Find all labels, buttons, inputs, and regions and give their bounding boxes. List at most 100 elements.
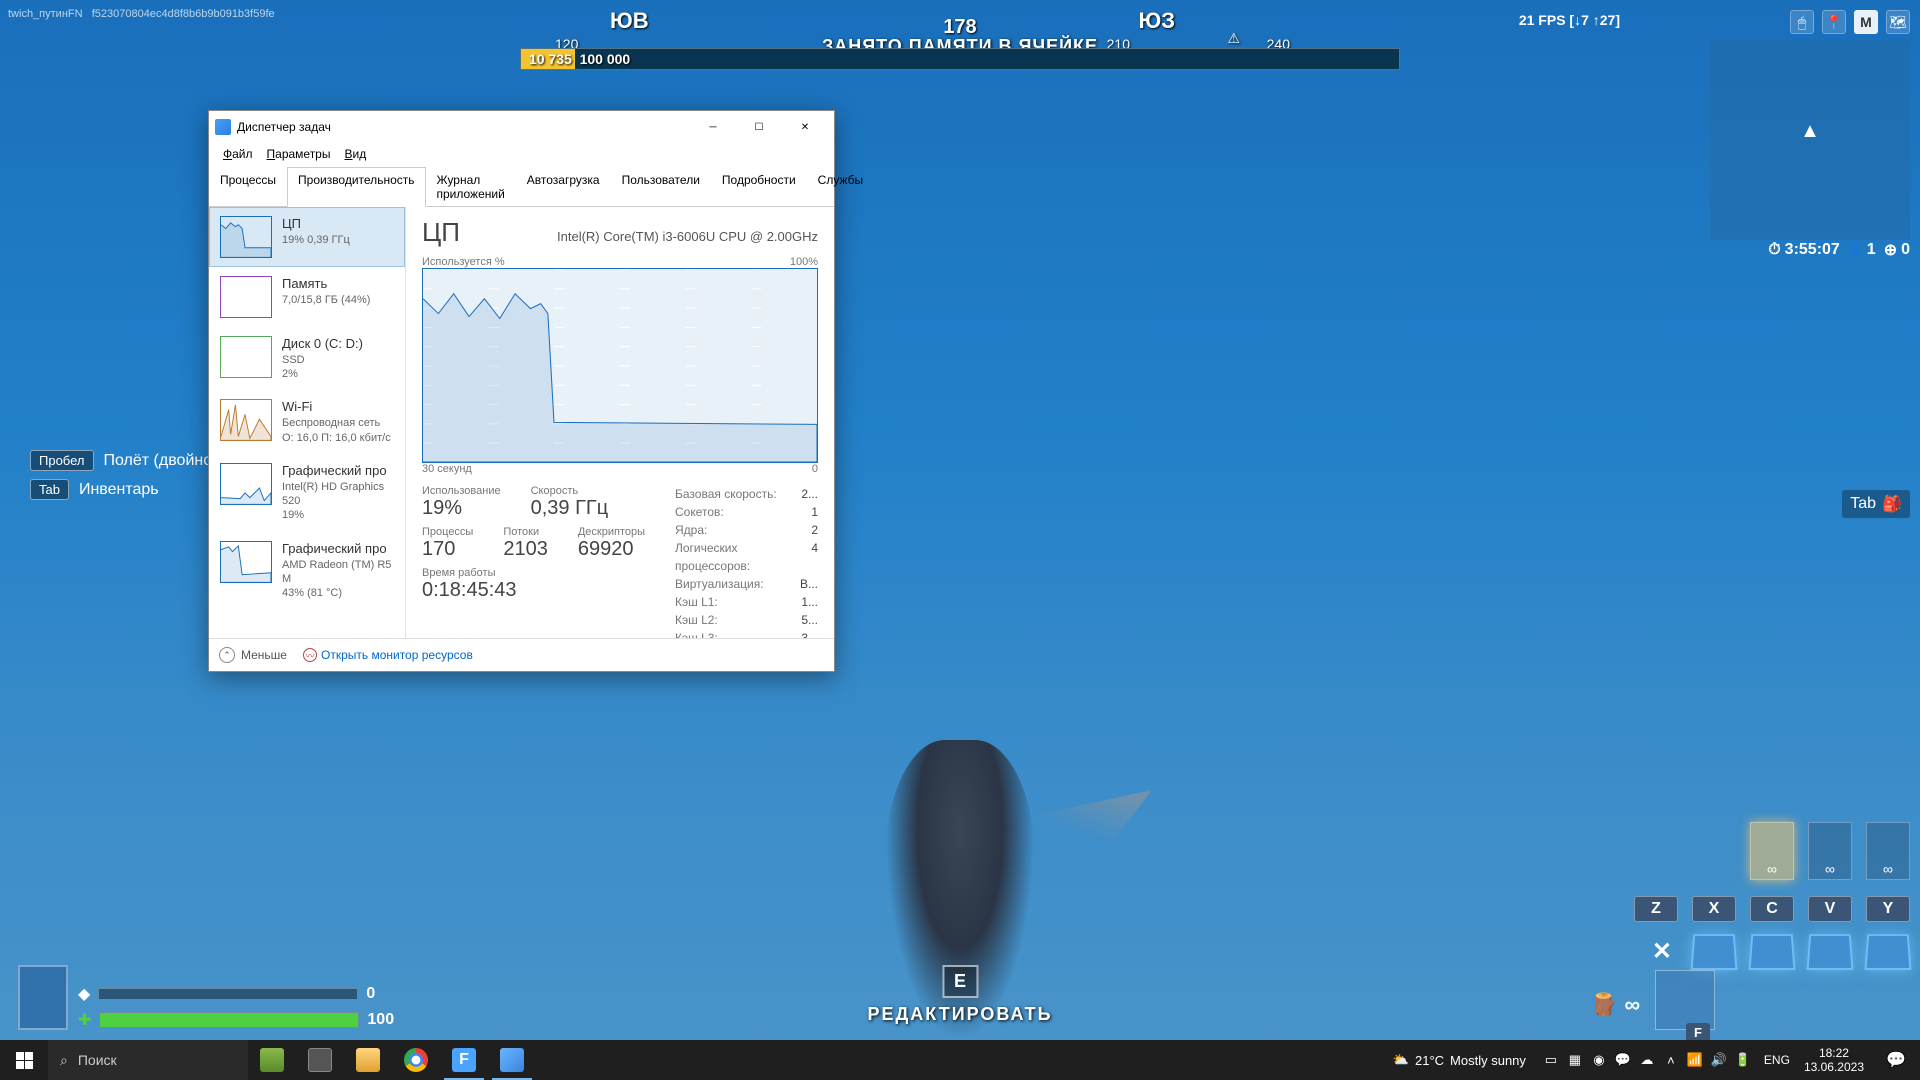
resource-slots: ∞ ∞ ∞ xyxy=(1750,822,1910,880)
space-key-hint: Пробел xyxy=(30,450,94,471)
gpu0-mini-chart xyxy=(220,463,272,505)
menu-file[interactable]: Файл xyxy=(217,145,259,163)
notification-icon: 💬 xyxy=(1886,1050,1906,1070)
tray-steam-icon[interactable]: ◉ xyxy=(1590,1051,1608,1069)
build-floor[interactable] xyxy=(1748,934,1795,970)
health-value: 100 xyxy=(367,1011,394,1029)
taskbar-app-taskmanager[interactable] xyxy=(488,1040,536,1080)
performance-sidebar: ЦП 19% 0,39 ГГц Память 7,0/15,8 ГБ (44%)… xyxy=(209,207,406,638)
tray-wifi-icon[interactable]: 📶 xyxy=(1686,1051,1704,1069)
tray-icon[interactable]: ▦ xyxy=(1566,1051,1584,1069)
location-icon[interactable]: 📍 xyxy=(1822,10,1846,34)
taskbar-app-taskview[interactable] xyxy=(296,1040,344,1080)
tab-services[interactable]: Службы xyxy=(807,167,874,207)
cpu-mini-chart xyxy=(220,216,272,258)
uptime-label: Время работы xyxy=(422,567,645,579)
taskbar-app-chrome[interactable] xyxy=(392,1040,440,1080)
resource-metal[interactable]: ∞ xyxy=(1866,822,1910,880)
build-key-v: V xyxy=(1808,896,1852,922)
resource-brick[interactable]: ∞ xyxy=(1808,822,1852,880)
build-cancel-icon[interactable]: ✕ xyxy=(1652,937,1672,966)
graph-axis-left: 30 секунд xyxy=(422,463,472,475)
sidebar-item-gpu1[interactable]: Графический про AMD Radeon (TM) R5 M 43%… xyxy=(209,532,405,610)
notification-button[interactable]: 💬 xyxy=(1872,1050,1920,1070)
minimap-player-arrow: ▲ xyxy=(1800,120,1820,143)
cpu-usage-graph[interactable] xyxy=(422,268,818,463)
search-box[interactable]: ⌕ Поиск xyxy=(48,1040,248,1080)
build-stair[interactable] xyxy=(1806,934,1853,970)
edit-label: РЕДАКТИРОВАТЬ xyxy=(867,1004,1052,1025)
sidebar-item-cpu[interactable]: ЦП 19% 0,39 ГГц xyxy=(209,207,405,267)
menu-options[interactable]: Параметры xyxy=(261,145,337,163)
task-manager-footer: ⌃ Меньше 〰 Открыть монитор ресурсов xyxy=(209,638,834,671)
window-titlebar[interactable]: Диспетчер задач ─ ☐ ✕ xyxy=(209,111,834,143)
gpu1-mini-chart xyxy=(220,541,272,583)
tray-icon[interactable]: ▭ xyxy=(1542,1051,1560,1069)
m-badge[interactable]: M xyxy=(1854,10,1878,34)
threads-label: Потоки xyxy=(503,526,548,538)
fewer-details-button[interactable]: ⌃ Меньше xyxy=(219,647,287,663)
tray-chevron-up-icon[interactable]: ˄ xyxy=(1662,1051,1680,1069)
taskbar-app-explorer[interactable] xyxy=(344,1040,392,1080)
health-icon: ✚ xyxy=(78,1010,91,1030)
tray-onedrive-icon[interactable]: ☁ xyxy=(1638,1051,1656,1069)
resource-monitor-icon: 〰 xyxy=(303,648,317,662)
weapon-slot[interactable] xyxy=(1655,970,1715,1030)
performance-detail: ЦП Intel(R) Core(TM) i3-6006U CPU @ 2.00… xyxy=(406,207,834,638)
usage-label: Использование xyxy=(422,485,501,497)
close-button[interactable]: ✕ xyxy=(782,112,828,142)
mouse-icon[interactable]: 🖱 xyxy=(1790,10,1814,34)
sidebar-item-memory[interactable]: Память 7,0/15,8 ГБ (44%) xyxy=(209,267,405,327)
tab-users[interactable]: Пользователи xyxy=(611,167,711,207)
tab-details[interactable]: Подробности xyxy=(711,167,807,207)
sidebar-item-wifi[interactable]: Wi-Fi Беспроводная сеть О: 16,0 П: 16,0 … xyxy=(209,390,405,453)
fps-counter: 21 FPS [↓7 ↑27] xyxy=(1519,12,1620,28)
uptime-value: 0:18:45:43 xyxy=(422,579,645,602)
processes-value: 170 xyxy=(422,538,473,561)
memory-progress-bar: 10 735 100 000 xyxy=(520,48,1400,70)
start-button[interactable] xyxy=(0,1040,48,1080)
sidebar-item-gpu0[interactable]: Графический про Intel(R) HD Graphics 520… xyxy=(209,454,405,532)
taskbar-weather[interactable]: ⛅ 21°C Mostly sunny xyxy=(1383,1052,1536,1068)
taskbar-clock[interactable]: 18:22 13.06.2023 xyxy=(1796,1046,1872,1075)
tab-app-history[interactable]: Журнал приложений xyxy=(426,167,516,207)
build-key-y: Y xyxy=(1866,896,1910,922)
cpu-specs: Базовая скорость:2... Сокетов:1 Ядра:2 Л… xyxy=(675,485,818,638)
tray-battery-icon[interactable]: 🔋 xyxy=(1734,1051,1752,1069)
tray-volume-icon[interactable]: 🔊 xyxy=(1710,1051,1728,1069)
clock-icon xyxy=(1768,241,1780,259)
taskbar-app-fortnite[interactable]: F xyxy=(440,1040,488,1080)
resource-wood[interactable]: ∞ xyxy=(1750,822,1794,880)
maximize-button[interactable]: ☐ xyxy=(736,112,782,142)
menu-view[interactable]: Вид xyxy=(338,145,372,163)
task-manager-window[interactable]: Диспетчер задач ─ ☐ ✕ Файл Параметры Вид… xyxy=(208,110,835,672)
wifi-mini-chart xyxy=(220,399,272,441)
taskbar-app-game[interactable] xyxy=(248,1040,296,1080)
resource-monitor-link[interactable]: 〰 Открыть монитор ресурсов xyxy=(303,648,473,662)
health-bar xyxy=(99,1012,359,1028)
window-title: Диспетчер задач xyxy=(237,120,690,134)
tab-startup[interactable]: Автозагрузка xyxy=(516,167,611,207)
search-placeholder: Поиск xyxy=(78,1052,117,1068)
inventory-hint-label: Инвентарь xyxy=(79,481,159,499)
tab-performance[interactable]: Производительность xyxy=(287,167,425,207)
build-roof[interactable] xyxy=(1864,934,1911,970)
backpack-icon: 🎒 xyxy=(1882,494,1902,514)
system-tray: ▭ ▦ ◉ 💬 ☁ ˄ 📶 🔊 🔋 xyxy=(1536,1051,1758,1069)
speed-value: 0,39 ГГц xyxy=(531,497,609,520)
shield-icon: ◆ xyxy=(78,984,90,1004)
map-icon[interactable]: 🗺 xyxy=(1886,10,1910,34)
tray-discord-icon[interactable]: 💬 xyxy=(1614,1051,1632,1069)
tab-hint-right: Tab 🎒 xyxy=(1842,490,1910,518)
threads-value: 2103 xyxy=(503,538,548,561)
edit-hint: E РЕДАКТИРОВАТЬ xyxy=(867,965,1052,1025)
equipped-item-slot[interactable] xyxy=(18,965,68,1030)
minimap[interactable]: ▲ xyxy=(1710,40,1910,240)
compass-direction-sw: ЮВ xyxy=(610,8,649,34)
minimize-button[interactable]: ─ xyxy=(690,112,736,142)
tab-processes[interactable]: Процессы xyxy=(209,167,287,207)
sidebar-item-disk[interactable]: Диск 0 (C: D:) SSD 2% xyxy=(209,327,405,390)
language-indicator[interactable]: ENG xyxy=(1758,1053,1796,1067)
control-hints-left: Пробел Полёт (двойное к Tab Инвентарь xyxy=(30,450,232,508)
build-wall[interactable] xyxy=(1690,934,1737,970)
